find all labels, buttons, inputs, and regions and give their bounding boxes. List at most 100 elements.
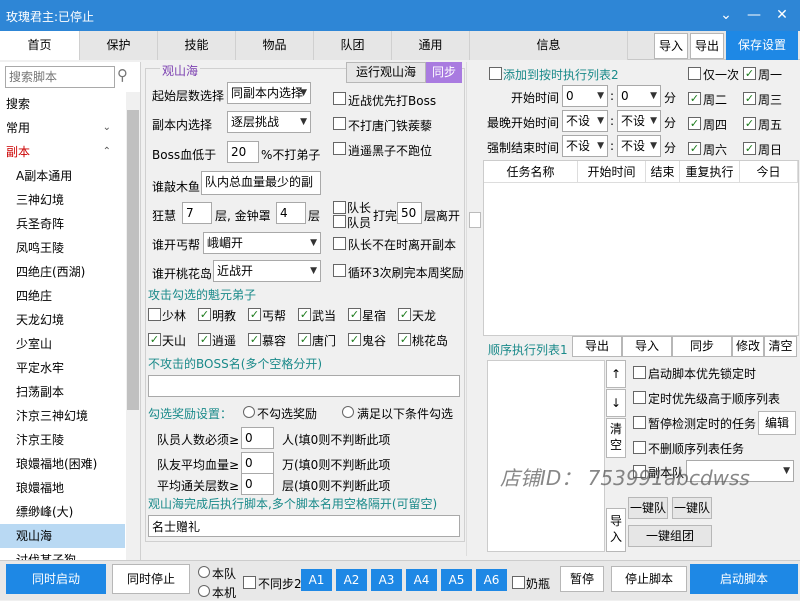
account-button[interactable]: A4 [406, 569, 437, 591]
sect-checkbox[interactable]: ✓ [298, 333, 311, 346]
account-button[interactable]: A6 [476, 569, 507, 591]
who-fish-select[interactable]: 队内总血量最少的副 [201, 171, 321, 195]
seq-clear-side-button[interactable]: 清空 [606, 418, 626, 458]
seq-export-button[interactable]: 导出 [572, 336, 622, 357]
sidebar-item[interactable]: 搜索 [0, 92, 125, 116]
sidebar-item[interactable]: 汴京王陵 [0, 428, 125, 452]
close-icon[interactable]: ✕ [771, 5, 793, 25]
avg-hp-input[interactable] [241, 452, 274, 474]
sect-checkbox[interactable]: ✓ [398, 333, 411, 346]
bell-input[interactable] [276, 202, 306, 224]
weekday-checkbox[interactable]: ✓ [743, 67, 756, 80]
weekday-checkbox[interactable]: ✓ [743, 142, 756, 155]
seq-modify-button[interactable]: 修改 [732, 336, 764, 357]
tab-4[interactable]: 队团 [314, 31, 392, 60]
lock-checkbox[interactable] [633, 366, 646, 379]
tab-2[interactable]: 技能 [158, 31, 236, 60]
no-reward-radio[interactable] [243, 406, 255, 418]
end-hour-select[interactable]: 不设 ▼ [562, 135, 608, 157]
leader-checkbox[interactable] [333, 201, 346, 214]
sidebar-item[interactable]: 扫荡副本 [0, 380, 125, 404]
melee-boss-checkbox[interactable] [333, 92, 346, 105]
run-dungeon-button[interactable]: 运行观山海 [346, 62, 426, 83]
sidebar-item[interactable]: 汴京三神幻境 [0, 404, 125, 428]
sect-checkbox[interactable] [148, 308, 161, 321]
sect-checkbox[interactable]: ✓ [148, 333, 161, 346]
once-checkbox[interactable] [688, 67, 701, 80]
move-up-button[interactable]: ↑ [606, 360, 626, 388]
weekday-checkbox[interactable]: ✓ [743, 92, 756, 105]
in-dungeon-select[interactable]: 逐层挑战 ▼ [227, 111, 311, 133]
weekday-checkbox[interactable]: ✓ [688, 92, 701, 105]
import-button[interactable]: 导入 [654, 33, 688, 59]
sidebar-item[interactable]: 三神幻境 [0, 188, 125, 212]
one-click-team2-button[interactable]: 一键队 [672, 497, 712, 519]
seq-import-side-button[interactable]: 导入 [606, 508, 626, 552]
tab-1[interactable]: 保护 [80, 31, 158, 60]
stop-all-button[interactable]: 同时停止 [112, 564, 190, 594]
one-click-group-button[interactable]: 一键组团 [628, 525, 712, 547]
search-script-input[interactable] [5, 66, 115, 88]
search-icon[interactable]: ⚲ [117, 66, 128, 84]
after-script-input[interactable] [148, 515, 460, 537]
sidebar-item[interactable]: 缥缈峰(大) [0, 500, 125, 524]
escape-checkbox[interactable] [333, 142, 346, 155]
sidebar-scroll-thumb[interactable] [127, 110, 139, 410]
start-layer-select[interactable]: 同副本内选择 ▼ [227, 82, 311, 104]
tab-6[interactable]: 信息 [470, 31, 628, 60]
account-button[interactable]: A2 [336, 569, 367, 591]
sequence-list[interactable] [487, 360, 605, 552]
add-schedule-checkbox[interactable] [489, 67, 502, 80]
export-button[interactable]: 导出 [690, 33, 724, 59]
middle-scroll-thumb[interactable] [469, 212, 481, 228]
bottle-checkbox[interactable] [512, 576, 525, 589]
weekday-checkbox[interactable]: ✓ [688, 142, 701, 155]
sect-checkbox[interactable]: ✓ [348, 308, 361, 321]
start-minute-select[interactable]: 0 ▼ [617, 85, 661, 107]
move-down-button[interactable]: ↓ [606, 389, 626, 417]
sidebar-item[interactable]: 琅嬛福地 [0, 476, 125, 500]
timed-priority-checkbox[interactable] [633, 391, 646, 404]
fight-layer-input[interactable] [397, 202, 422, 224]
sidebar-item[interactable]: 四绝庄(西湖) [0, 260, 125, 284]
rage-input[interactable] [182, 202, 212, 224]
sidebar-item[interactable]: 四绝庄 [0, 284, 125, 308]
pass-layer-input[interactable] [241, 473, 274, 495]
start-hour-select[interactable]: 0 ▼ [562, 85, 608, 107]
sidebar-item[interactable]: 兵圣奇阵 [0, 212, 125, 236]
seq-sync-button[interactable]: 同步 [672, 336, 732, 357]
sect-checkbox[interactable]: ✓ [298, 308, 311, 321]
loop-checkbox[interactable] [333, 264, 346, 277]
account-button[interactable]: A1 [301, 569, 332, 591]
no-delete-checkbox[interactable] [633, 441, 646, 454]
seq-clear-button[interactable]: 清空 [764, 336, 797, 357]
cond-reward-radio[interactable] [342, 406, 354, 418]
sidebar-item[interactable]: 琅嬛福地(困难) [0, 452, 125, 476]
end-minute-select[interactable]: 不设 ▼ [617, 135, 661, 157]
chevron-down-icon[interactable]: ⌄ [715, 5, 737, 25]
pause-check-checkbox[interactable] [633, 416, 646, 429]
member-checkbox[interactable] [333, 215, 346, 228]
start-all-button[interactable]: 同时启动 [6, 564, 106, 594]
tangmen-checkbox[interactable] [333, 117, 346, 130]
tab-5[interactable]: 通用 [392, 31, 470, 60]
sidebar-item[interactable]: 天龙幻境 [0, 308, 125, 332]
no-sync-checkbox[interactable] [243, 576, 256, 589]
member-count-input[interactable] [241, 427, 274, 449]
sync-button[interactable]: 同步 [426, 62, 462, 83]
weekday-checkbox[interactable]: ✓ [743, 117, 756, 130]
sidebar-scrollbar[interactable] [126, 92, 140, 560]
tab-0[interactable]: 首页 [0, 31, 80, 60]
who-beggar-select[interactable]: 峨嵋开 ▼ [203, 232, 321, 254]
sect-checkbox[interactable]: ✓ [248, 308, 261, 321]
edit-button[interactable]: 编辑 [758, 411, 796, 435]
sidebar-item[interactable]: 观山海 [0, 524, 125, 548]
sect-checkbox[interactable]: ✓ [198, 333, 211, 346]
weekday-checkbox[interactable]: ✓ [688, 117, 701, 130]
account-button[interactable]: A5 [441, 569, 472, 591]
save-settings-button[interactable]: 保存设置 [726, 31, 798, 60]
sect-checkbox[interactable]: ✓ [348, 333, 361, 346]
one-click-team-button[interactable]: 一键队 [628, 497, 668, 519]
latest-minute-select[interactable]: 不设 ▼ [617, 110, 661, 132]
middle-scrollbar[interactable] [466, 62, 482, 556]
